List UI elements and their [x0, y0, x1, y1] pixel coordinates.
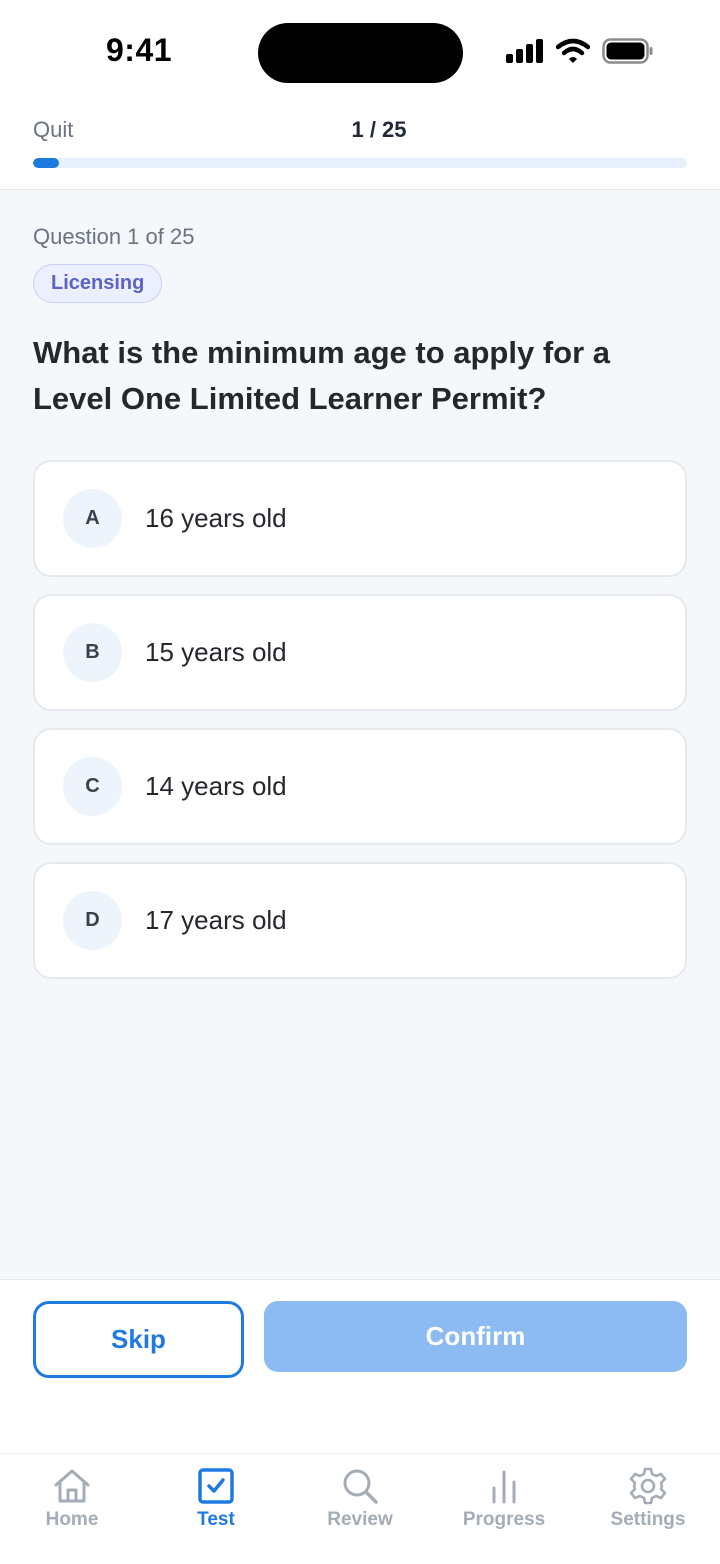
dynamic-island	[258, 23, 463, 83]
progress-bar	[33, 158, 687, 168]
signal-icon	[506, 39, 543, 63]
option-text: 16 years old	[145, 502, 287, 533]
tab-settings[interactable]: Settings	[576, 1454, 720, 1564]
question-panel: Question 1 of 25 Licensing What is the m…	[0, 190, 720, 1279]
status-bar: 9:41	[0, 0, 720, 104]
tab-test[interactable]: Test	[144, 1454, 288, 1564]
tab-label: Review	[327, 1509, 393, 1530]
answer-option-c[interactable]: C 14 years old	[33, 728, 687, 845]
option-text: 15 years old	[145, 636, 287, 667]
option-letter: C	[63, 757, 122, 816]
tab-progress[interactable]: Progress	[432, 1454, 576, 1564]
answer-option-d[interactable]: D 17 years old	[33, 862, 687, 979]
question-number: Question 1 of 25	[33, 224, 195, 249]
battery-icon	[602, 38, 653, 64]
tab-home[interactable]: Home	[0, 1454, 144, 1564]
tab-label: Settings	[610, 1509, 686, 1530]
home-icon	[54, 1469, 90, 1503]
gear-icon	[629, 1467, 667, 1505]
question-text: What is the minimum age to apply for a L…	[33, 335, 611, 416]
wifi-icon	[556, 38, 590, 63]
tab-label: Test	[197, 1509, 235, 1530]
tab-label: Home	[45, 1509, 99, 1530]
bar-chart-icon	[492, 1470, 516, 1504]
tab-bar: Home Test Review Progress Settings	[0, 1453, 720, 1564]
question-counter: 1 / 25	[351, 117, 407, 142]
skip-button[interactable]: Skip	[33, 1301, 244, 1378]
option-letter: A	[63, 489, 122, 548]
option-letter: B	[63, 623, 122, 682]
answer-option-b[interactable]: B 15 years old	[33, 594, 687, 711]
progress-bar-fill	[33, 158, 60, 168]
search-icon	[343, 1469, 378, 1504]
tab-review[interactable]: Review	[288, 1454, 432, 1564]
action-bar: Skip Confirm	[0, 1279, 720, 1453]
quiz-header: Quit 1 / 25	[0, 104, 720, 190]
checkbox-icon	[198, 1468, 234, 1504]
category-badge: Licensing	[33, 264, 163, 303]
option-letter: D	[63, 891, 122, 950]
option-text: 14 years old	[145, 770, 287, 801]
status-icons	[506, 38, 654, 64]
status-time: 9:41	[106, 32, 173, 68]
option-text: 17 years old	[145, 904, 287, 935]
answer-option-a[interactable]: A 16 years old	[33, 460, 687, 577]
tab-label: Progress	[462, 1509, 546, 1530]
confirm-button[interactable]: Confirm	[264, 1301, 687, 1372]
